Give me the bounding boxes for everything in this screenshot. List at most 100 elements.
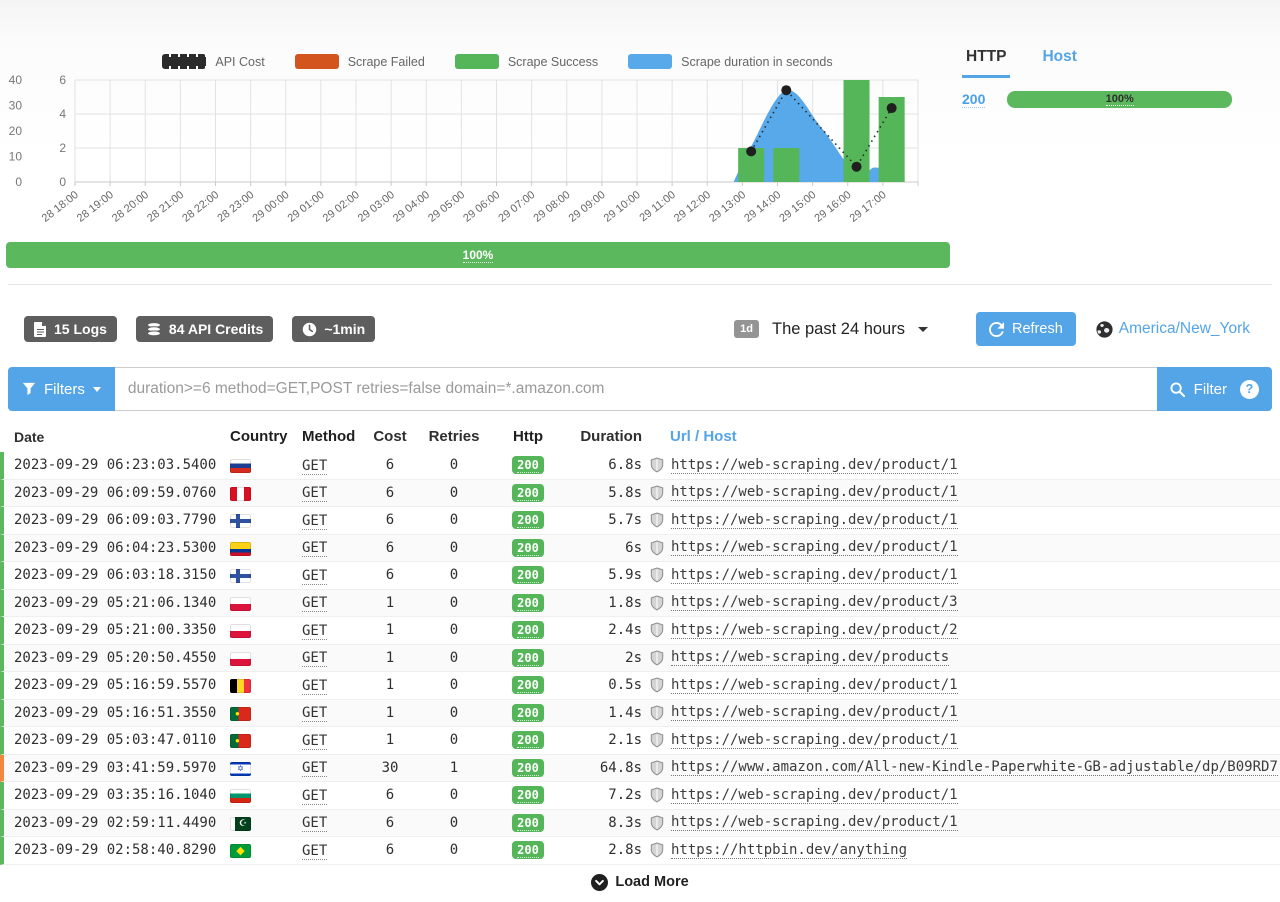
method-label[interactable]: GET [302, 678, 327, 695]
country-flag-pl [230, 652, 251, 666]
url-link[interactable]: https://web-scraping.dev/product/1 [671, 539, 958, 556]
log-country-cell [218, 540, 294, 556]
url-link[interactable]: https://web-scraping.dev/product/1 [671, 814, 958, 831]
load-more-button[interactable]: Load More [0, 874, 1280, 891]
http-status-badge[interactable]: 200 [512, 484, 544, 502]
filter-submit-button[interactable]: Filter ? [1157, 367, 1272, 411]
table-row[interactable]: 2023-09-29 02:59:11.4490☪GET602008.3shtt… [0, 810, 1280, 838]
table-row[interactable]: 2023-09-29 03:35:16.1040GET602007.2shttp… [0, 782, 1280, 810]
method-label[interactable]: GET [302, 733, 327, 750]
table-row[interactable]: 2023-09-29 06:03:18.3150GET602005.9shttp… [0, 562, 1280, 590]
method-label[interactable]: GET [302, 540, 327, 557]
country-flag-br: ◆ [230, 844, 251, 858]
log-http-cell: 200 [494, 594, 562, 612]
table-row[interactable]: 2023-09-29 05:21:06.1340GET102001.8shttp… [0, 590, 1280, 618]
method-label[interactable]: GET [302, 513, 327, 530]
log-date: 2023-09-29 06:09:59.0760 [4, 485, 218, 501]
http-status-badge[interactable]: 200 [512, 704, 544, 722]
http-status-badge[interactable]: 200 [512, 649, 544, 667]
method-label[interactable]: GET [302, 815, 327, 832]
method-label[interactable]: GET [302, 485, 327, 502]
http-status-badge[interactable]: 200 [512, 594, 544, 612]
filter-query-input[interactable] [115, 367, 1157, 411]
refresh-button[interactable]: Refresh [976, 312, 1076, 346]
cost-value: 1 [366, 650, 414, 666]
tab-http[interactable]: HTTP [962, 46, 1010, 78]
log-url-cell: https://web-scraping.dev/product/1 [642, 787, 1280, 804]
svg-text:28 23:00: 28 23:00 [215, 189, 256, 225]
legend-item[interactable]: Scrape duration in seconds [628, 54, 832, 69]
log-date: 2023-09-29 02:58:40.8290 [4, 842, 218, 858]
http-status-badge[interactable]: 200 [512, 841, 544, 859]
svg-text:2: 2 [59, 141, 66, 155]
method-label[interactable]: GET [302, 623, 327, 640]
table-row[interactable]: 2023-09-29 06:23:03.5400GET602006.8shttp… [0, 452, 1280, 480]
url-link[interactable]: https://httpbin.dev/anything [671, 842, 907, 859]
http-status-badge[interactable]: 200 [512, 511, 544, 529]
http-status-badge[interactable]: 200 [512, 621, 544, 639]
tab-host[interactable]: Host [1038, 46, 1080, 78]
flag-emblem: ● [230, 707, 251, 721]
method-label[interactable]: GET [302, 705, 327, 722]
log-date: 2023-09-29 05:16:51.3550 [4, 705, 218, 721]
header-url-host[interactable]: Url / Host [642, 428, 1280, 445]
http-code-link[interactable]: 200 [962, 91, 985, 108]
timezone-control[interactable]: America/New_York [1096, 320, 1250, 338]
table-row[interactable]: 2023-09-29 03:41:59.5970✡GET30120064.8sh… [0, 755, 1280, 783]
url-link[interactable]: https://web-scraping.dev/product/3 [671, 594, 958, 611]
table-row[interactable]: 2023-09-29 05:20:50.4550GET102002shttps:… [0, 645, 1280, 673]
method-label[interactable]: GET [302, 650, 327, 667]
table-row[interactable]: 2023-09-29 05:16:59.5570GET102000.5shttp… [0, 672, 1280, 700]
table-row[interactable]: 2023-09-29 06:09:03.7790GET602005.7shttp… [0, 507, 1280, 535]
url-link[interactable]: https://web-scraping.dev/product/1 [671, 732, 958, 749]
method-label[interactable]: GET [302, 788, 327, 805]
table-row[interactable]: 2023-09-29 05:03:47.0110●GET102002.1shtt… [0, 727, 1280, 755]
http-code-percent-bar: 100% [1007, 91, 1232, 108]
table-row[interactable]: 2023-09-29 02:58:40.8290◆GET602002.8shtt… [0, 837, 1280, 865]
table-row[interactable]: 2023-09-29 05:21:00.3350GET102002.4shttp… [0, 617, 1280, 645]
shield-icon [650, 732, 664, 748]
globe-icon [1096, 321, 1113, 338]
table-row[interactable]: 2023-09-29 06:04:23.5300GET602006shttps:… [0, 535, 1280, 563]
url-link[interactable]: https://web-scraping.dev/product/1 [671, 512, 958, 529]
http-status-badge[interactable]: 200 [512, 539, 544, 557]
time-range-label: The past 24 hours [772, 320, 905, 339]
url-link[interactable]: https://web-scraping.dev/product/1 [671, 677, 958, 694]
legend-item[interactable]: Scrape Failed [295, 54, 425, 69]
retries-value: 0 [414, 677, 494, 693]
url-link[interactable]: https://web-scraping.dev/product/1 [671, 457, 958, 474]
legend-item[interactable]: API Cost [162, 54, 264, 69]
table-row[interactable]: 2023-09-29 05:16:51.3550●GET102001.4shtt… [0, 700, 1280, 728]
method-label[interactable]: GET [302, 458, 327, 475]
http-status-badge[interactable]: 200 [512, 759, 544, 777]
http-status-badge[interactable]: 200 [512, 814, 544, 832]
filters-dropdown-button[interactable]: Filters [8, 367, 115, 411]
url-link[interactable]: https://www.amazon.com/All-new-Kindle-Pa… [671, 759, 1278, 776]
http-code-percent-label: 100% [1106, 93, 1134, 106]
legend-item[interactable]: Scrape Success [455, 54, 598, 69]
http-status-badge[interactable]: 200 [512, 786, 544, 804]
http-status-badge[interactable]: 200 [512, 731, 544, 749]
table-row[interactable]: 2023-09-29 06:09:59.0760GET602005.8shttp… [0, 480, 1280, 508]
http-status-badge[interactable]: 200 [512, 676, 544, 694]
url-link[interactable]: https://web-scraping.dev/product/1 [671, 484, 958, 501]
time-range-dropdown[interactable]: 1d The past 24 hours [734, 320, 928, 339]
method-label[interactable]: GET [302, 568, 327, 585]
url-link[interactable]: https://web-scraping.dev/products [671, 649, 949, 666]
method-label[interactable]: GET [302, 760, 327, 777]
duration-value: 6.8s [562, 457, 642, 473]
country-flag-be [230, 679, 251, 693]
log-date: 2023-09-29 02:59:11.4490 [4, 815, 218, 831]
url-link[interactable]: https://web-scraping.dev/product/1 [671, 787, 958, 804]
method-label[interactable]: GET [302, 843, 327, 860]
svg-text:29 13:00: 29 13:00 [707, 189, 748, 225]
help-icon[interactable]: ? [1240, 380, 1259, 399]
url-link[interactable]: https://web-scraping.dev/product/1 [671, 704, 958, 721]
http-status-badge[interactable]: 200 [512, 456, 544, 474]
http-status-badge[interactable]: 200 [512, 566, 544, 584]
svg-text:29 08:00: 29 08:00 [531, 189, 572, 225]
url-link[interactable]: https://web-scraping.dev/product/1 [671, 567, 958, 584]
url-link[interactable]: https://web-scraping.dev/product/2 [671, 622, 958, 639]
header-date: Date [4, 429, 218, 445]
method-label[interactable]: GET [302, 595, 327, 612]
